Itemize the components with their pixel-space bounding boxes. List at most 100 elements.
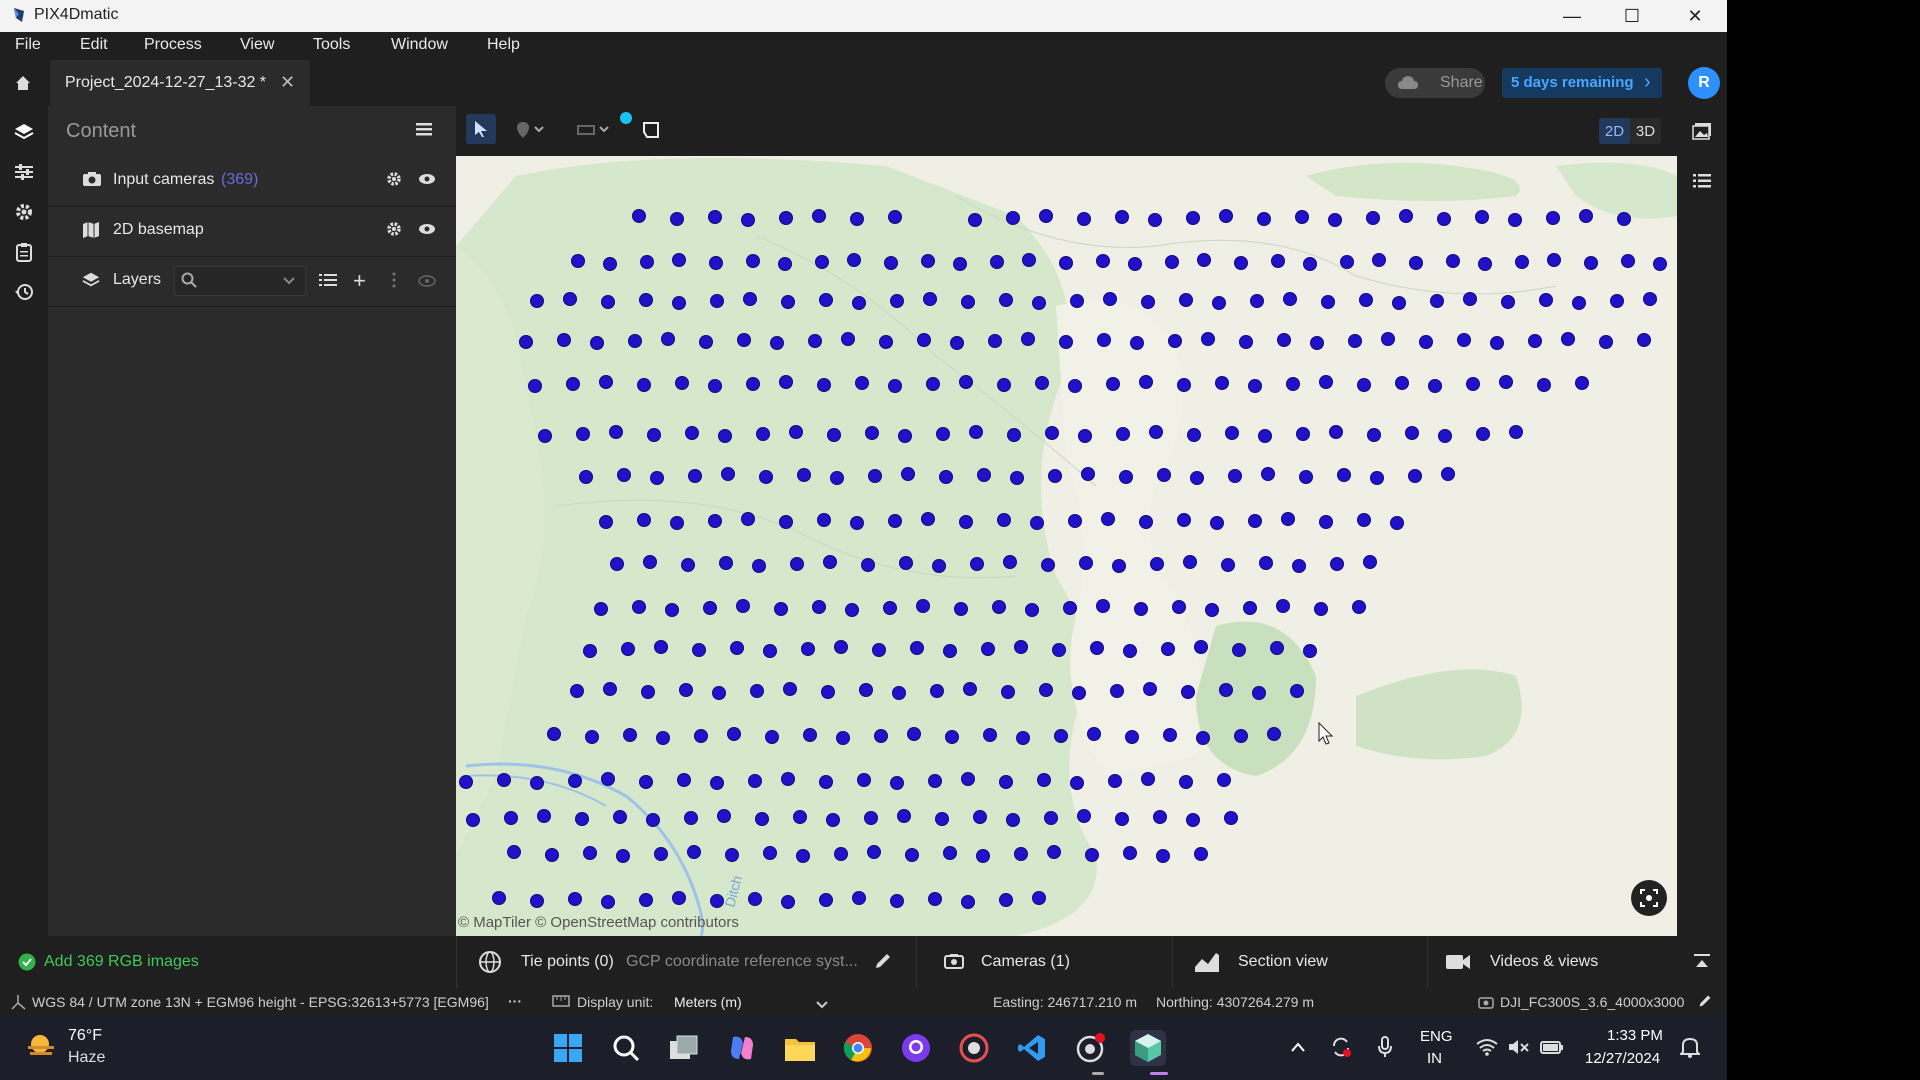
- camera-position-dot[interactable]: [841, 332, 855, 346]
- camera-position-dot[interactable]: [1248, 379, 1262, 393]
- camera-position-dot[interactable]: [621, 642, 635, 656]
- camera-position-dot[interactable]: [823, 555, 837, 569]
- camera-position-dot[interactable]: [537, 809, 551, 823]
- camera-position-dot[interactable]: [801, 642, 815, 656]
- camera-position-dot[interactable]: [1579, 209, 1593, 223]
- camera-position-dot[interactable]: [845, 603, 859, 617]
- camera-position-dot[interactable]: [752, 559, 766, 573]
- camera-position-dot[interactable]: [1367, 428, 1381, 442]
- camera-position-dot[interactable]: [855, 376, 869, 390]
- menu-view[interactable]: View: [240, 36, 274, 54]
- camera-position-dot[interactable]: [808, 334, 822, 348]
- camera-position-dot[interactable]: [907, 727, 921, 741]
- camera-position-dot[interactable]: [1286, 377, 1300, 391]
- camera-position-dot[interactable]: [959, 515, 973, 529]
- camera-position-dot[interactable]: [1475, 210, 1489, 224]
- camera-position-dot[interactable]: [1183, 555, 1197, 569]
- camera-position-dot[interactable]: [888, 379, 902, 393]
- camera-position-dot[interactable]: [1070, 294, 1084, 308]
- camera-position-dot[interactable]: [1059, 335, 1073, 349]
- camera-position-dot[interactable]: [888, 514, 902, 528]
- camera-position-dot[interactable]: [1250, 294, 1264, 308]
- camera-position-dot[interactable]: [601, 772, 615, 786]
- chrome-icon[interactable]: [840, 1030, 876, 1066]
- camera-position-dot[interactable]: [746, 254, 760, 268]
- camera-position-dot[interactable]: [687, 845, 701, 859]
- chevron-up-icon[interactable]: [1290, 1040, 1306, 1058]
- camera-position-dot[interactable]: [677, 773, 691, 787]
- camera-position-dot[interactable]: [699, 335, 713, 349]
- camera-position-dot[interactable]: [781, 772, 795, 786]
- camera-position-dot[interactable]: [1021, 332, 1035, 346]
- camera-position-dot[interactable]: [819, 775, 833, 789]
- tab-close-button[interactable]: ✕: [280, 72, 295, 93]
- camera-position-dot[interactable]: [943, 846, 957, 860]
- camera-position-dot[interactable]: [570, 684, 584, 698]
- camera-position-dot[interactable]: [632, 209, 646, 223]
- camera-position-dot[interactable]: [1409, 256, 1423, 270]
- task-view-icon[interactable]: [666, 1030, 702, 1066]
- camera-position-dot[interactable]: [928, 774, 942, 788]
- camera-position-dot[interactable]: [1187, 428, 1201, 442]
- camera-position-dot[interactable]: [1143, 682, 1157, 696]
- camera-position-dot[interactable]: [1101, 512, 1115, 526]
- camera-position-dot[interactable]: [710, 294, 724, 308]
- more-vertical-icon[interactable]: [392, 272, 396, 293]
- camera-position-dot[interactable]: [999, 775, 1013, 789]
- camera-position-dot[interactable]: [819, 893, 833, 907]
- camera-position-dot[interactable]: [883, 601, 897, 615]
- camera-position-dot[interactable]: [1225, 426, 1239, 440]
- clipboard-icon[interactable]: [12, 240, 36, 264]
- camera-position-dot[interactable]: [1054, 729, 1068, 743]
- settings-gear-icon[interactable]: [386, 221, 402, 242]
- camera-position-dot[interactable]: [1115, 812, 1129, 826]
- basemap-row[interactable]: 2D basemap: [48, 206, 456, 257]
- camera-position-dot[interactable]: [959, 375, 973, 389]
- camera-position-dot[interactable]: [1039, 209, 1053, 223]
- camera-position-dot[interactable]: [1319, 515, 1333, 529]
- camera-position-dot[interactable]: [861, 558, 875, 572]
- camera-position-dot[interactable]: [1366, 211, 1380, 225]
- camera-position-dot[interactable]: [999, 893, 1013, 907]
- camera-position-dot[interactable]: [688, 469, 702, 483]
- settings-gear-icon[interactable]: [386, 171, 402, 192]
- camera-position-dot[interactable]: [681, 558, 695, 572]
- camera-position-dot[interactable]: [1428, 379, 1442, 393]
- crs-more-button[interactable]: ···: [508, 993, 522, 1009]
- camera-position-dot[interactable]: [1048, 469, 1062, 483]
- camera-position-dot[interactable]: [857, 773, 871, 787]
- camera-position-dot[interactable]: [594, 602, 608, 616]
- camera-position-dot[interactable]: [647, 428, 661, 442]
- camera-position-dot[interactable]: [1014, 640, 1028, 654]
- camera-position-dot[interactable]: [1078, 429, 1092, 443]
- list-view-icon[interactable]: [319, 272, 337, 293]
- crs-label[interactable]: WGS 84 / UTM zone 13N + EGM96 height - E…: [32, 994, 489, 1010]
- camera-position-dot[interactable]: [743, 292, 757, 306]
- camera-position-dot[interactable]: [930, 684, 944, 698]
- camera-position-dot[interactable]: [1239, 335, 1253, 349]
- camera-position-dot[interactable]: [750, 684, 764, 698]
- camera-position-dot[interactable]: [1072, 686, 1086, 700]
- camera-position-dot[interactable]: [1457, 333, 1471, 347]
- camera-position-dot[interactable]: [1163, 728, 1177, 742]
- layers-search-input[interactable]: [174, 266, 306, 296]
- camera-position-dot[interactable]: [1352, 600, 1366, 614]
- camera-position-dot[interactable]: [1314, 602, 1328, 616]
- camera-position-dot[interactable]: [926, 377, 940, 391]
- camera-position-dot[interactable]: [923, 292, 937, 306]
- camera-position-dot[interactable]: [921, 512, 935, 526]
- camera-position-dot[interactable]: [1546, 211, 1560, 225]
- camera-position-dot[interactable]: [992, 600, 1006, 614]
- camera-position-dot[interactable]: [935, 812, 949, 826]
- camera-position-dot[interactable]: [1430, 294, 1444, 308]
- camera-position-dot[interactable]: [1112, 559, 1126, 573]
- camera-position-dot[interactable]: [961, 772, 975, 786]
- camera-position-dot[interactable]: [1437, 212, 1451, 226]
- camera-position-dot[interactable]: [1123, 644, 1137, 658]
- camera-position-dot[interactable]: [730, 641, 744, 655]
- camera-position-dot[interactable]: [783, 682, 797, 696]
- user-avatar[interactable]: R: [1688, 67, 1720, 99]
- image-gallery-icon[interactable]: [1691, 120, 1713, 142]
- camera-position-dot[interactable]: [1330, 557, 1344, 571]
- camera-position-dot[interactable]: [725, 848, 739, 862]
